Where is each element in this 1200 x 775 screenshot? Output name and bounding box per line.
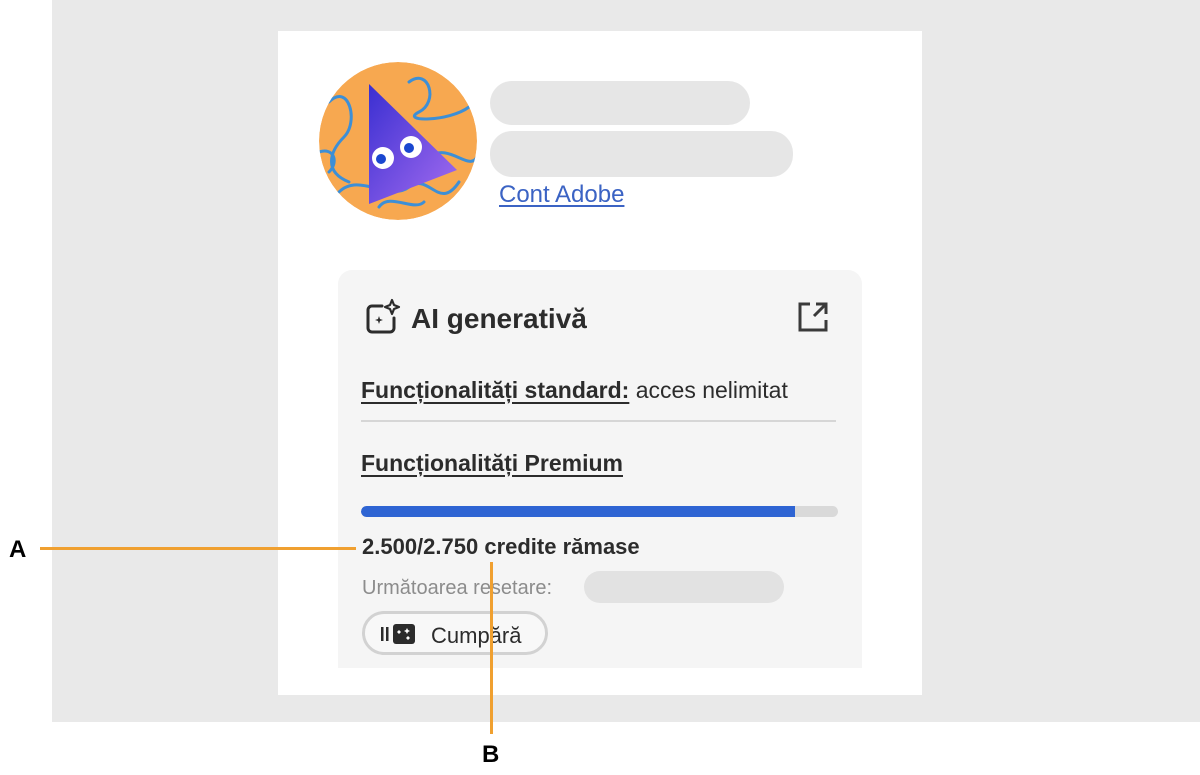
standard-features-row: Funcționalități standard: acces nelimita… bbox=[361, 377, 788, 404]
buy-button-label: Cumpără bbox=[431, 623, 522, 648]
callout-a-line bbox=[40, 547, 356, 550]
credits-remaining-text: 2.500/2.750 credite rămase bbox=[362, 534, 640, 559]
premium-features-label[interactable]: Funcționalități Premium bbox=[361, 450, 623, 477]
credits-progress-fill bbox=[361, 506, 795, 517]
sparkle-icon bbox=[364, 298, 402, 336]
divider bbox=[361, 420, 836, 422]
adobe-account-link[interactable]: Cont Adobe bbox=[499, 181, 624, 209]
avatar bbox=[319, 62, 477, 220]
generative-ai-title: AI generativă bbox=[411, 303, 587, 334]
standard-features-label[interactable]: Funcționalități standard: bbox=[361, 377, 629, 403]
external-link-icon[interactable] bbox=[796, 300, 830, 334]
buy-credits-button[interactable]: Cumpără bbox=[362, 611, 548, 655]
callout-b-line bbox=[490, 562, 493, 734]
credits-icon bbox=[381, 624, 419, 644]
next-reset-label: Următoarea resetare: bbox=[362, 577, 553, 599]
callout-b-label: B bbox=[482, 741, 500, 768]
credits-progress-bar bbox=[361, 506, 838, 517]
redacted-name-placeholder bbox=[490, 81, 750, 125]
redacted-email-placeholder bbox=[490, 131, 793, 177]
redacted-reset-date-placeholder bbox=[584, 571, 784, 603]
standard-features-value: acces nelimitat bbox=[635, 377, 788, 403]
callout-a-label: A bbox=[9, 536, 27, 563]
